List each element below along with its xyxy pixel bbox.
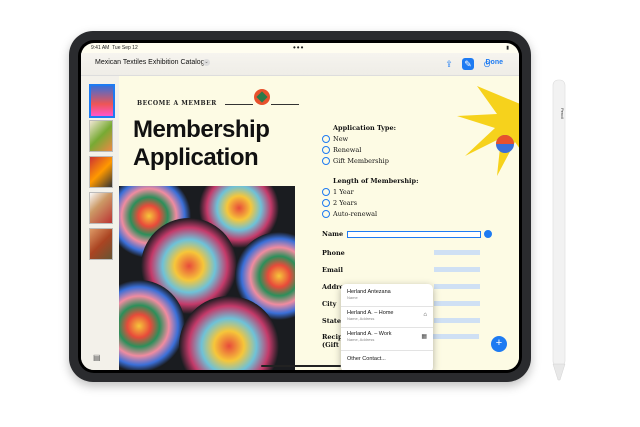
divider	[341, 327, 433, 328]
become-member-label: BECOME A MEMBER	[137, 100, 217, 107]
page-thumbnail[interactable]	[89, 192, 113, 224]
other-contact-item[interactable]: Other Contact...	[347, 356, 427, 362]
status-time-text: 9:41 AM	[91, 45, 110, 51]
home-icon: ⌂	[423, 312, 427, 318]
document-title[interactable]: Mexican Textiles Exhibition Catalog	[95, 59, 205, 66]
label-name: Name	[322, 230, 344, 238]
autofill-contact-popup: Herland Antezana Name Herland A. – Home …	[341, 284, 433, 370]
status-date: Tue Sep 12	[112, 45, 138, 51]
option-2-years: 2 Years	[333, 199, 358, 207]
radio-renewal[interactable]	[322, 146, 330, 154]
autofill-item[interactable]: Herland A. – Work Name, Address ▦	[347, 331, 427, 342]
ipad-screen: 9:41 AM Tue Sep 12 ••• ▮ Mexican Textile…	[81, 43, 519, 370]
autofill-item[interactable]: Herland A. – Home Name, Address ⌂	[347, 310, 427, 321]
divider	[271, 104, 299, 105]
home-indicator[interactable]	[261, 365, 341, 367]
autofill-item-subtitle: Name, Address	[347, 316, 375, 321]
autofill-item-subtitle: Name	[347, 295, 358, 300]
state-field[interactable]	[434, 318, 480, 323]
toolbar: Mexican Textiles Exhibition Catalog ⌄ ⇪ …	[81, 53, 519, 76]
add-button[interactable]: +	[491, 336, 507, 352]
sidebar-toggle-icon[interactable]: ▤	[93, 353, 101, 362]
multitasking-dots[interactable]: •••	[293, 43, 304, 52]
label-city: City	[322, 300, 337, 308]
option-gift-membership: Gift Membership	[333, 157, 389, 165]
application-type-title: Application Type:	[333, 124, 397, 132]
textile-artwork	[119, 186, 295, 370]
autofill-item-subtitle: Name, Address	[347, 337, 375, 342]
building-icon: ▦	[421, 334, 427, 340]
concentric-circles-art	[119, 186, 295, 370]
page-thumbnail[interactable]	[89, 228, 113, 260]
page-thumbnail[interactable]	[89, 156, 113, 188]
label-state: State	[322, 317, 342, 325]
pencil-label: Pencil	[560, 108, 565, 119]
chevron-down-icon[interactable]: ⌄	[203, 59, 210, 66]
markup-icon[interactable]: ✎	[462, 58, 474, 70]
heading-application: Application	[133, 144, 259, 171]
option-renewal: Renewal	[333, 146, 362, 154]
document-page: BECOME A MEMBER Membership Application A…	[119, 76, 519, 370]
address-field[interactable]	[434, 284, 480, 289]
status-bar: 9:41 AM Tue Sep 12 ••• ▮	[81, 43, 519, 53]
autofill-icon[interactable]	[484, 230, 492, 238]
battery-indicator: ▮	[506, 45, 509, 51]
divider	[341, 350, 433, 351]
apple-pencil: Pencil	[552, 79, 566, 381]
label-email: Email	[322, 266, 343, 274]
option-1-year: 1 Year	[333, 188, 354, 196]
radio-gift-membership[interactable]	[322, 157, 330, 165]
divider	[341, 306, 433, 307]
done-button[interactable]: Done	[486, 59, 504, 66]
status-time: 9:41 AM Tue Sep 12	[91, 45, 138, 51]
ipad-device: 9:41 AM Tue Sep 12 ••• ▮ Mexican Textile…	[69, 31, 531, 382]
page-thumbnails-sidebar: ▤	[81, 76, 120, 370]
page-thumbnail[interactable]	[89, 84, 115, 118]
option-auto-renewal: Auto-renewal	[333, 210, 378, 218]
radio-new[interactable]	[322, 135, 330, 143]
name-field[interactable]	[347, 231, 481, 238]
phone-field[interactable]	[434, 250, 480, 255]
heading-membership: Membership	[133, 116, 270, 143]
radio-1-year[interactable]	[322, 188, 330, 196]
share-icon[interactable]: ⇪	[443, 58, 455, 70]
other-contact-label: Other Contact...	[347, 356, 386, 362]
emblem-logo	[254, 89, 270, 105]
label-phone: Phone	[322, 249, 345, 257]
divider	[225, 104, 253, 105]
radio-auto-renewal[interactable]	[322, 210, 330, 218]
page-thumbnail[interactable]	[89, 120, 113, 152]
email-field[interactable]	[434, 267, 480, 272]
length-title: Length of Membership:	[333, 177, 419, 185]
radio-2-years[interactable]	[322, 199, 330, 207]
ipad-bezel: 9:41 AM Tue Sep 12 ••• ▮ Mexican Textile…	[78, 40, 522, 373]
option-new: New	[333, 135, 349, 143]
city-field[interactable]	[434, 301, 480, 306]
sunburst-graphic	[457, 86, 519, 176]
autofill-item[interactable]: Herland Antezana Name	[347, 289, 427, 300]
